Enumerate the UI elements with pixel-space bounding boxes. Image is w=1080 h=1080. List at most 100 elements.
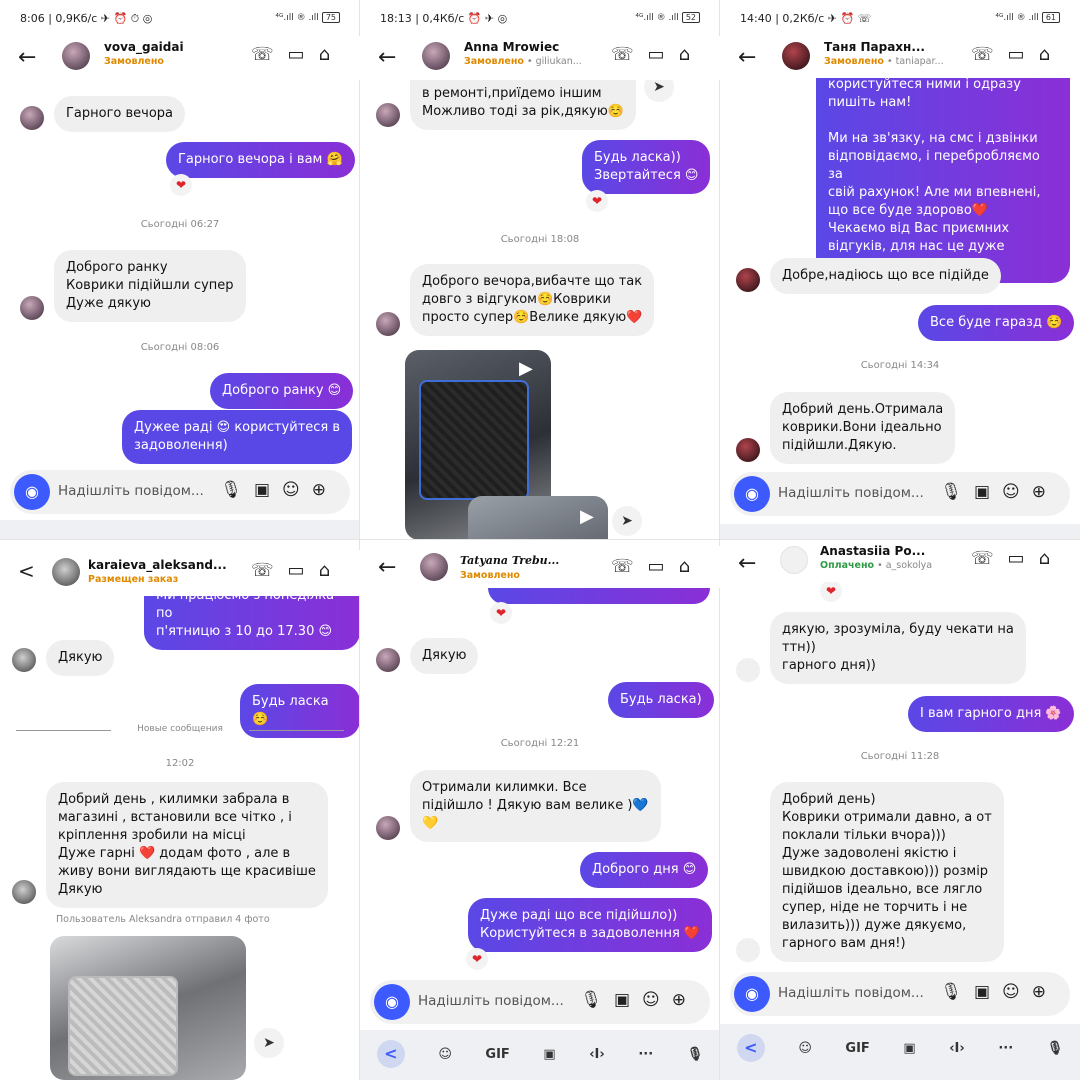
camera-icon[interactable]: ◉ — [374, 984, 410, 1020]
contact-status: Замовлено — [104, 56, 164, 67]
play-icon[interactable]: ▶ — [519, 358, 533, 379]
sticker-icon[interactable]: ☺ — [438, 1047, 452, 1062]
mic-icon[interactable]: 🎙 — [940, 482, 974, 502]
gallery-icon[interactable]: ▣ — [974, 482, 1002, 502]
sticker-icon[interactable]: ☺ — [282, 480, 312, 500]
timestamp: Сьогодні 11:28 — [860, 751, 940, 762]
message-in: Добре,надіюсь що все підійде — [770, 258, 1001, 294]
back-arrow-icon[interactable]: ← — [18, 45, 36, 70]
message-input[interactable]: Надішліть повідом... — [778, 485, 924, 501]
more-icon[interactable]: ··· — [638, 1047, 653, 1062]
camera-icon[interactable]: ◉ — [14, 474, 50, 510]
gallery-icon[interactable]: ▣ — [974, 982, 1002, 1002]
avatar[interactable] — [780, 546, 808, 574]
mic-icon[interactable]: 🎙 — [1047, 1041, 1064, 1056]
camera-icon[interactable]: ◉ — [734, 476, 770, 512]
heart-reaction-icon[interactable]: ❤ — [820, 580, 842, 602]
avatar[interactable] — [52, 558, 80, 586]
sticker-icon[interactable]: ☺ — [1002, 482, 1032, 502]
status-bar: 18:13 | 0,4Кб/с ⏰ ✈ ◎ ⁴ᴳ.ıll ® .ıll 52 — [360, 0, 720, 38]
chat-header: ← vova_gaidai Замовлено ☏▭⌂ — [0, 36, 360, 80]
message-input[interactable]: Надішліть повідом... — [58, 483, 204, 499]
mat-image — [68, 976, 178, 1076]
contact-name[interactable]: vova_gaidai — [104, 40, 184, 54]
gallery-icon[interactable]: ▣ — [254, 480, 282, 500]
video-icon[interactable]: ▭ — [648, 44, 679, 65]
mic-icon[interactable]: 🎙 — [940, 982, 974, 1002]
video-icon[interactable]: ▭ — [1008, 44, 1039, 65]
heart-reaction-icon[interactable]: ❤ — [466, 948, 488, 970]
tag-icon[interactable]: ⌂ — [679, 44, 704, 65]
phone-icon[interactable]: ☏ — [251, 560, 288, 581]
mic-icon[interactable]: 🎙 — [220, 480, 254, 500]
video-icon[interactable]: ▭ — [648, 556, 679, 577]
phone-icon[interactable]: ☏ — [611, 44, 648, 65]
keyboard-back-icon[interactable]: < — [736, 1034, 765, 1062]
video-icon[interactable]: ▭ — [288, 560, 319, 581]
avatar[interactable] — [420, 553, 448, 581]
plus-icon[interactable]: ⊕ — [312, 480, 338, 500]
contact-name[interactable]: Таня Парахн... — [824, 40, 925, 54]
video-icon[interactable]: ▭ — [1008, 548, 1039, 569]
contact-name[interactable]: karaieva_aleksand... — [88, 558, 226, 572]
clipboard-icon[interactable]: ▣ — [543, 1047, 555, 1062]
mic-icon[interactable]: 🎙 — [580, 990, 614, 1010]
back-chevron-icon[interactable]: < — [18, 559, 35, 583]
sticker-icon[interactable]: ☺ — [642, 990, 672, 1010]
order-status-label: Замовлено — [460, 570, 520, 581]
photo-attachment[interactable] — [50, 936, 246, 1080]
contact-name[interactable]: Tatyana Trebu... — [460, 554, 559, 567]
share-icon[interactable]: ➤ — [254, 1028, 284, 1058]
cursor-icon[interactable]: ‹I› — [589, 1047, 605, 1062]
more-icon[interactable]: ··· — [998, 1041, 1013, 1056]
keyboard-back-icon[interactable]: < — [376, 1040, 405, 1068]
contact-name[interactable]: Anna Mrowiec — [464, 40, 559, 54]
back-arrow-icon[interactable]: ← — [738, 45, 756, 70]
play-icon[interactable]: ▶ — [580, 506, 594, 527]
plus-icon[interactable]: ⊕ — [1032, 982, 1058, 1002]
contact-name[interactable]: Anastasiia Po... — [820, 544, 925, 558]
photo-attachment[interactable]: ▶ — [468, 496, 608, 540]
avatar[interactable] — [782, 42, 810, 70]
gif-button[interactable]: GIF — [485, 1047, 509, 1062]
cursor-icon[interactable]: ‹I› — [949, 1041, 965, 1056]
back-arrow-icon[interactable]: ← — [738, 551, 756, 576]
plus-icon[interactable]: ⊕ — [672, 990, 698, 1010]
sticker-icon[interactable]: ☺ — [798, 1041, 812, 1056]
share-icon[interactable]: ➤ — [612, 506, 642, 536]
avatar[interactable] — [422, 42, 450, 70]
battery-icon: 61 — [1041, 12, 1060, 23]
phone-icon[interactable]: ☏ — [971, 44, 1008, 65]
order-status-label: Замовлено — [824, 56, 884, 67]
tag-icon[interactable]: ⌂ — [679, 556, 704, 577]
message-input[interactable]: Надішліть повідом... — [778, 985, 924, 1001]
heart-reaction-icon[interactable]: ❤ — [490, 602, 512, 624]
mic-icon[interactable]: 🎙 — [687, 1047, 704, 1062]
tag-icon[interactable]: ⌂ — [1039, 548, 1064, 569]
phone-icon[interactable]: ☏ — [251, 44, 288, 65]
gif-button[interactable]: GIF — [845, 1041, 869, 1056]
video-icon[interactable]: ▭ — [288, 44, 319, 65]
sender-avatar — [736, 658, 760, 682]
heart-reaction-icon[interactable]: ❤ — [170, 174, 192, 196]
back-arrow-icon[interactable]: ← — [378, 45, 396, 70]
panel-divider — [719, 0, 720, 1080]
message-input[interactable]: Надішліть повідом... — [418, 993, 564, 1009]
avatar[interactable] — [62, 42, 90, 70]
tag-icon[interactable]: ⌂ — [319, 44, 344, 65]
tag-icon[interactable]: ⌂ — [319, 560, 344, 581]
clipboard-icon[interactable]: ▣ — [903, 1041, 915, 1056]
plus-icon[interactable]: ⊕ — [1032, 482, 1058, 502]
sticker-icon[interactable]: ☺ — [1002, 982, 1032, 1002]
keyboard-toolbar: < ☺ GIF ▣ ‹I› ··· 🎙 — [360, 1030, 720, 1080]
back-arrow-icon[interactable]: ← — [378, 555, 396, 580]
gallery-icon[interactable]: ▣ — [614, 990, 642, 1010]
heart-reaction-icon[interactable]: ❤ — [586, 190, 608, 212]
message-out: Будь ласка) — [608, 682, 714, 718]
phone-icon[interactable]: ☏ — [971, 548, 1008, 569]
tag-icon[interactable]: ⌂ — [1039, 44, 1064, 65]
sender-avatar — [20, 106, 44, 130]
contact-status: Замовлено — [460, 570, 520, 581]
camera-icon[interactable]: ◉ — [734, 976, 770, 1012]
phone-icon[interactable]: ☏ — [611, 556, 648, 577]
